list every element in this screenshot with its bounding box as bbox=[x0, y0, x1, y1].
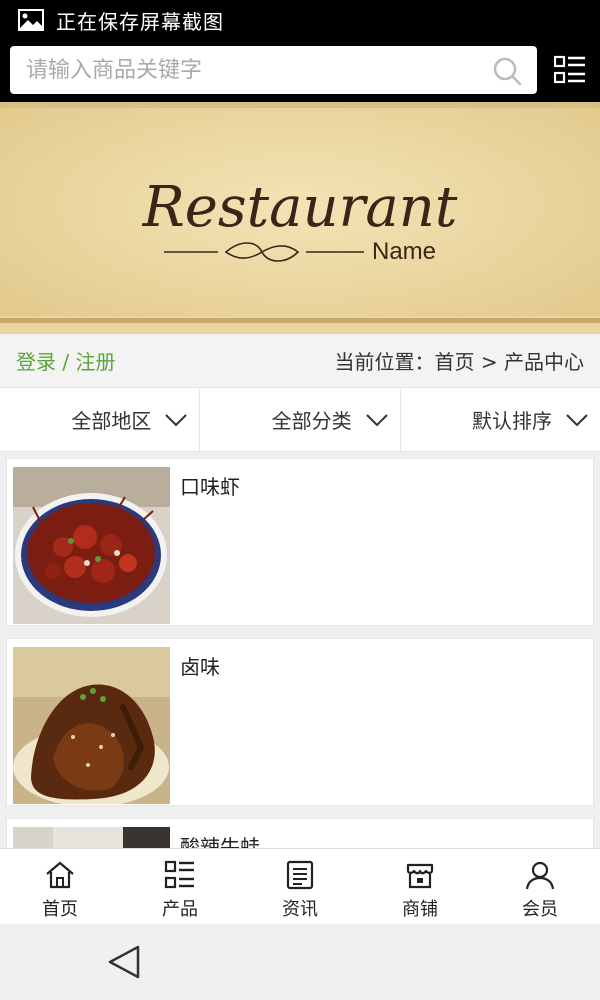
filter-label: 全部地区 bbox=[71, 409, 152, 433]
back-triangle-icon[interactable] bbox=[106, 944, 142, 980]
product-name[interactable]: 卤味 bbox=[180, 651, 220, 680]
search-icon[interactable] bbox=[491, 55, 523, 87]
filter-sort-dropdown[interactable]: 默认排序 bbox=[401, 388, 600, 451]
nav-label: 首页 bbox=[42, 899, 78, 920]
system-nav-bar bbox=[0, 924, 600, 1000]
search-box[interactable] bbox=[10, 46, 537, 94]
product-name[interactable]: 口味虾 bbox=[180, 471, 240, 500]
breadcrumb: 当前位置：首页 > 产品中心 bbox=[334, 350, 584, 374]
chevron-down-icon bbox=[365, 413, 388, 426]
breadcrumb-row: 登录 / 注册 当前位置：首页 > 产品中心 bbox=[0, 334, 600, 388]
header bbox=[0, 40, 600, 102]
status-text: 正在保存屏幕截图 bbox=[56, 9, 224, 34]
user-icon bbox=[525, 861, 555, 890]
nav-home[interactable]: 首页 bbox=[0, 849, 120, 924]
product-card[interactable]: 酸辣牛蛙 bbox=[6, 818, 594, 848]
product-card[interactable]: 口味虾 bbox=[6, 458, 594, 626]
nav-member[interactable]: 会员 bbox=[480, 849, 600, 924]
filter-label: 全部分类 bbox=[271, 409, 352, 433]
nav-label: 产品 bbox=[162, 899, 198, 920]
home-icon bbox=[46, 861, 74, 889]
store-icon bbox=[406, 863, 434, 889]
filter-category-dropdown[interactable]: 全部分类 bbox=[200, 388, 401, 451]
banner-art: Restaurant Name bbox=[0, 102, 600, 334]
image-icon bbox=[18, 9, 44, 31]
filter-bar: 全部地区 全部分类 默认排序 bbox=[0, 388, 600, 452]
nav-products[interactable]: 产品 bbox=[120, 849, 240, 924]
banner-subtitle: Name bbox=[372, 238, 436, 265]
bottom-nav: 首页 产品 资讯 商铺 会员 bbox=[0, 848, 600, 924]
restaurant-banner[interactable]: Restaurant Name bbox=[0, 102, 600, 334]
filter-region-dropdown[interactable]: 全部地区 bbox=[0, 388, 201, 451]
list-icon bbox=[164, 860, 194, 889]
list-menu-icon[interactable] bbox=[554, 55, 586, 85]
nav-label: 商铺 bbox=[402, 899, 438, 920]
news-icon bbox=[286, 860, 314, 890]
product-name[interactable]: 酸辣牛蛙 bbox=[180, 831, 260, 848]
nav-label: 资讯 bbox=[282, 899, 318, 920]
product-image[interactable] bbox=[13, 647, 170, 804]
search-input[interactable] bbox=[26, 57, 486, 83]
login-register-link[interactable]: 登录 / 注册 bbox=[16, 346, 115, 375]
nav-store[interactable]: 商铺 bbox=[360, 849, 480, 924]
filter-label: 默认排序 bbox=[471, 409, 552, 433]
chevron-down-icon bbox=[566, 413, 588, 426]
nav-label: 会员 bbox=[522, 899, 558, 920]
chevron-down-icon bbox=[165, 413, 188, 426]
product-image[interactable] bbox=[13, 467, 170, 624]
product-image[interactable] bbox=[13, 827, 170, 848]
product-list: 口味虾 卤味 酸辣牛蛙 bbox=[0, 452, 600, 848]
product-card[interactable]: 卤味 bbox=[6, 638, 594, 806]
nav-news[interactable]: 资讯 bbox=[240, 849, 360, 924]
banner-title: Restaurant bbox=[142, 175, 458, 240]
status-bar: 正在保存屏幕截图 bbox=[0, 0, 600, 40]
